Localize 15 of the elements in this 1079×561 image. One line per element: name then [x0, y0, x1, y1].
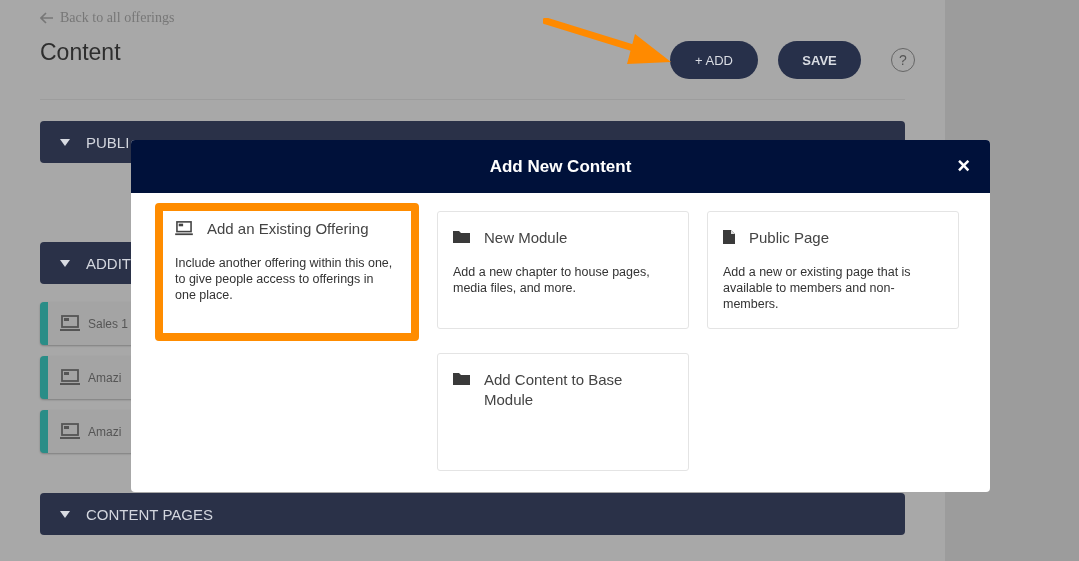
section-title: ADDIT — [86, 254, 131, 272]
card-description: Add a new or existing page that is available to members and non-members. — [723, 264, 912, 312]
card-title: Add Content to Base Module — [484, 370, 624, 410]
card-title: Add an Existing Offering — [207, 219, 369, 239]
card-description: Include another offering within this one, to give people access to offerings in one place. — [175, 255, 393, 303]
card-title: Public Page — [749, 228, 830, 248]
page-title: Content — [40, 39, 122, 66]
item-label: Amazi — [88, 370, 122, 385]
section-title: PUBLI — [86, 133, 130, 151]
card-title: New Module — [484, 228, 568, 248]
item-label: Sales 1 — [88, 316, 129, 331]
card-description: Add a new chapter to house pages, media files, and more. — [453, 264, 651, 296]
dialog-title: Add New Content — [489, 156, 632, 177]
item-label: Amazi — [88, 424, 122, 439]
section-title: CONTENT PAGES — [86, 505, 213, 523]
